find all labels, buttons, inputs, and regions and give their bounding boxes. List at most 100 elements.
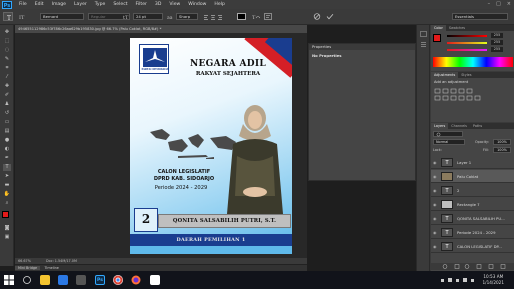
blue-slider[interactable] xyxy=(447,49,487,51)
align-buttons[interactable] xyxy=(204,14,222,20)
blur-tool[interactable]: ● xyxy=(3,137,11,144)
menu-edit[interactable]: Edit xyxy=(31,2,48,7)
menu-file[interactable]: File xyxy=(15,2,31,7)
menu-filter[interactable]: Filter xyxy=(132,2,151,7)
properties-panel-icon[interactable] xyxy=(420,41,427,47)
layer-kind-filter[interactable] xyxy=(433,131,463,137)
menu-layer[interactable]: Layer xyxy=(70,2,91,7)
warp-text-icon[interactable]: T xyxy=(252,13,261,21)
minimize-icon[interactable]: – xyxy=(488,1,491,7)
green-slider[interactable] xyxy=(447,42,487,44)
opacity-input[interactable]: 100% xyxy=(493,139,511,145)
tab-adjustments[interactable]: Adjustments xyxy=(431,72,459,78)
menu-window[interactable]: Window xyxy=(184,2,210,7)
layer-row-selected[interactable]: ◉ Palu Coklat xyxy=(431,170,514,183)
hand-tool[interactable]: ✋ xyxy=(3,191,11,198)
blend-mode-select[interactable]: Normal xyxy=(433,139,465,145)
red-slider[interactable] xyxy=(447,35,487,37)
antialias-select[interactable]: Sharp xyxy=(176,13,198,20)
app-icon-2[interactable] xyxy=(76,275,86,285)
eye-icon[interactable]: ◉ xyxy=(433,202,438,207)
type-tool[interactable]: T xyxy=(3,164,11,171)
close-icon[interactable]: × xyxy=(507,1,511,7)
file-explorer-icon[interactable] xyxy=(40,275,50,285)
history-brush-tool[interactable]: ↺ xyxy=(3,110,11,117)
eye-icon[interactable]: ◉ xyxy=(433,230,438,235)
eyedropper-tool[interactable]: ⁄ xyxy=(3,74,11,81)
clone-stamp-tool[interactable]: ♟ xyxy=(3,101,11,108)
font-size-select[interactable]: 24 pt xyxy=(133,13,163,20)
shape-tool[interactable]: ▬ xyxy=(3,182,11,189)
zoom-level[interactable]: 66.67% xyxy=(18,259,31,263)
chrome-icon[interactable] xyxy=(113,275,123,285)
blue-value[interactable]: 255 xyxy=(491,47,503,52)
type-tool-preset[interactable]: T xyxy=(3,12,13,22)
layer-row[interactable]: ◉ Rectangle 7 xyxy=(431,198,514,211)
healing-tool[interactable]: ✚ xyxy=(3,83,11,90)
crop-tool[interactable]: ⌗ xyxy=(3,65,11,72)
maximize-icon[interactable]: □ xyxy=(496,1,501,7)
green-value[interactable]: 255 xyxy=(491,40,503,45)
system-tray-icons[interactable] xyxy=(440,276,478,284)
move-tool[interactable]: ✥ xyxy=(3,29,11,36)
character-panel-icon[interactable] xyxy=(264,13,272,20)
eye-icon[interactable]: ◉ xyxy=(433,216,438,221)
adjustment-icons[interactable] xyxy=(434,88,512,102)
layer-row[interactable]: ◉ T 2 xyxy=(431,184,514,197)
eye-icon[interactable]: ◉ xyxy=(433,174,438,179)
history-panel-icon[interactable] xyxy=(420,31,427,37)
layer-row[interactable]: ◉ T CALON LEGISLATIF DP... xyxy=(431,240,514,253)
windows-start-icon[interactable] xyxy=(4,275,14,285)
tab-channels[interactable]: Channels xyxy=(448,123,470,129)
path-selection-tool[interactable]: ➤ xyxy=(3,173,11,180)
tab-swatches[interactable]: Swatches xyxy=(446,25,468,31)
text-color-swatch[interactable] xyxy=(237,13,246,20)
layer-row[interactable]: ◉ T Periode 2024 - 2029 xyxy=(431,226,514,239)
document-tab[interactable]: 494655112986c53f786c26aa629b195830.jpg @… xyxy=(15,25,307,33)
quick-mask-button[interactable]: ◙ xyxy=(3,225,11,232)
tab-paths[interactable]: Paths xyxy=(470,123,485,129)
eraser-tool[interactable]: ▭ xyxy=(3,119,11,126)
menu-view[interactable]: View xyxy=(165,2,184,7)
menu-select[interactable]: Select xyxy=(109,2,131,7)
font-family-select[interactable]: Bernard xyxy=(40,13,84,20)
menu-help[interactable]: Help xyxy=(210,2,228,7)
commit-edit-icon[interactable] xyxy=(326,13,334,20)
dodge-tool[interactable]: ◐ xyxy=(3,146,11,153)
color-foreground-swatch[interactable] xyxy=(433,34,441,42)
text-orientation-icon[interactable]: IT xyxy=(18,13,26,21)
app-icon-3[interactable] xyxy=(150,275,160,285)
quick-select-tool[interactable]: ✎ xyxy=(3,56,11,63)
layer-row[interactable]: ◉ T Layer 1 xyxy=(431,156,514,169)
menu-image[interactable]: Image xyxy=(48,2,70,7)
tab-styles[interactable]: Styles xyxy=(458,72,474,78)
photoshop-taskbar-icon[interactable]: Ps xyxy=(95,275,105,285)
eye-icon[interactable]: ◉ xyxy=(433,244,438,249)
pen-tool[interactable]: ✒ xyxy=(3,155,11,162)
lasso-tool[interactable]: ◌ xyxy=(3,47,11,54)
firefox-icon[interactable] xyxy=(131,275,141,285)
red-value[interactable]: 255 xyxy=(491,33,503,38)
menu-type[interactable]: Type xyxy=(91,2,110,7)
tab-timeline[interactable]: Timeline xyxy=(41,266,61,270)
cancel-edit-icon[interactable] xyxy=(313,13,321,20)
layer-row[interactable]: ◉ T QONITA SALSABILIH PU... xyxy=(431,212,514,225)
task-view-icon[interactable] xyxy=(22,275,32,285)
app-icon-1[interactable] xyxy=(58,275,68,285)
fill-input[interactable]: 100% xyxy=(493,147,511,153)
zoom-tool[interactable]: ⌕ xyxy=(3,200,11,207)
tab-mini-bridge[interactable]: Mini Bridge xyxy=(15,266,41,270)
menu-3d[interactable]: 3D xyxy=(151,2,165,7)
marquee-tool[interactable]: ⬚ xyxy=(3,38,11,45)
eye-icon[interactable]: ◉ xyxy=(433,160,438,165)
poster-canvas[interactable]: PARTAI DEMOKRAT NEGARA ADIL RAKYAT SEJAH… xyxy=(130,38,292,254)
eye-icon[interactable]: ◉ xyxy=(433,188,438,193)
color-spectrum[interactable] xyxy=(433,57,513,67)
tab-layers[interactable]: Layers xyxy=(431,123,449,129)
tab-color[interactable]: Color xyxy=(431,25,446,31)
screen-mode-button[interactable]: ▣ xyxy=(3,234,11,241)
gradient-tool[interactable]: ▤ xyxy=(3,128,11,135)
workspace-select[interactable]: Essentials xyxy=(452,13,508,20)
system-clock[interactable]: 10:53 AM 1/14/2021 xyxy=(483,274,504,286)
layers-footer-icons[interactable] xyxy=(431,263,514,270)
